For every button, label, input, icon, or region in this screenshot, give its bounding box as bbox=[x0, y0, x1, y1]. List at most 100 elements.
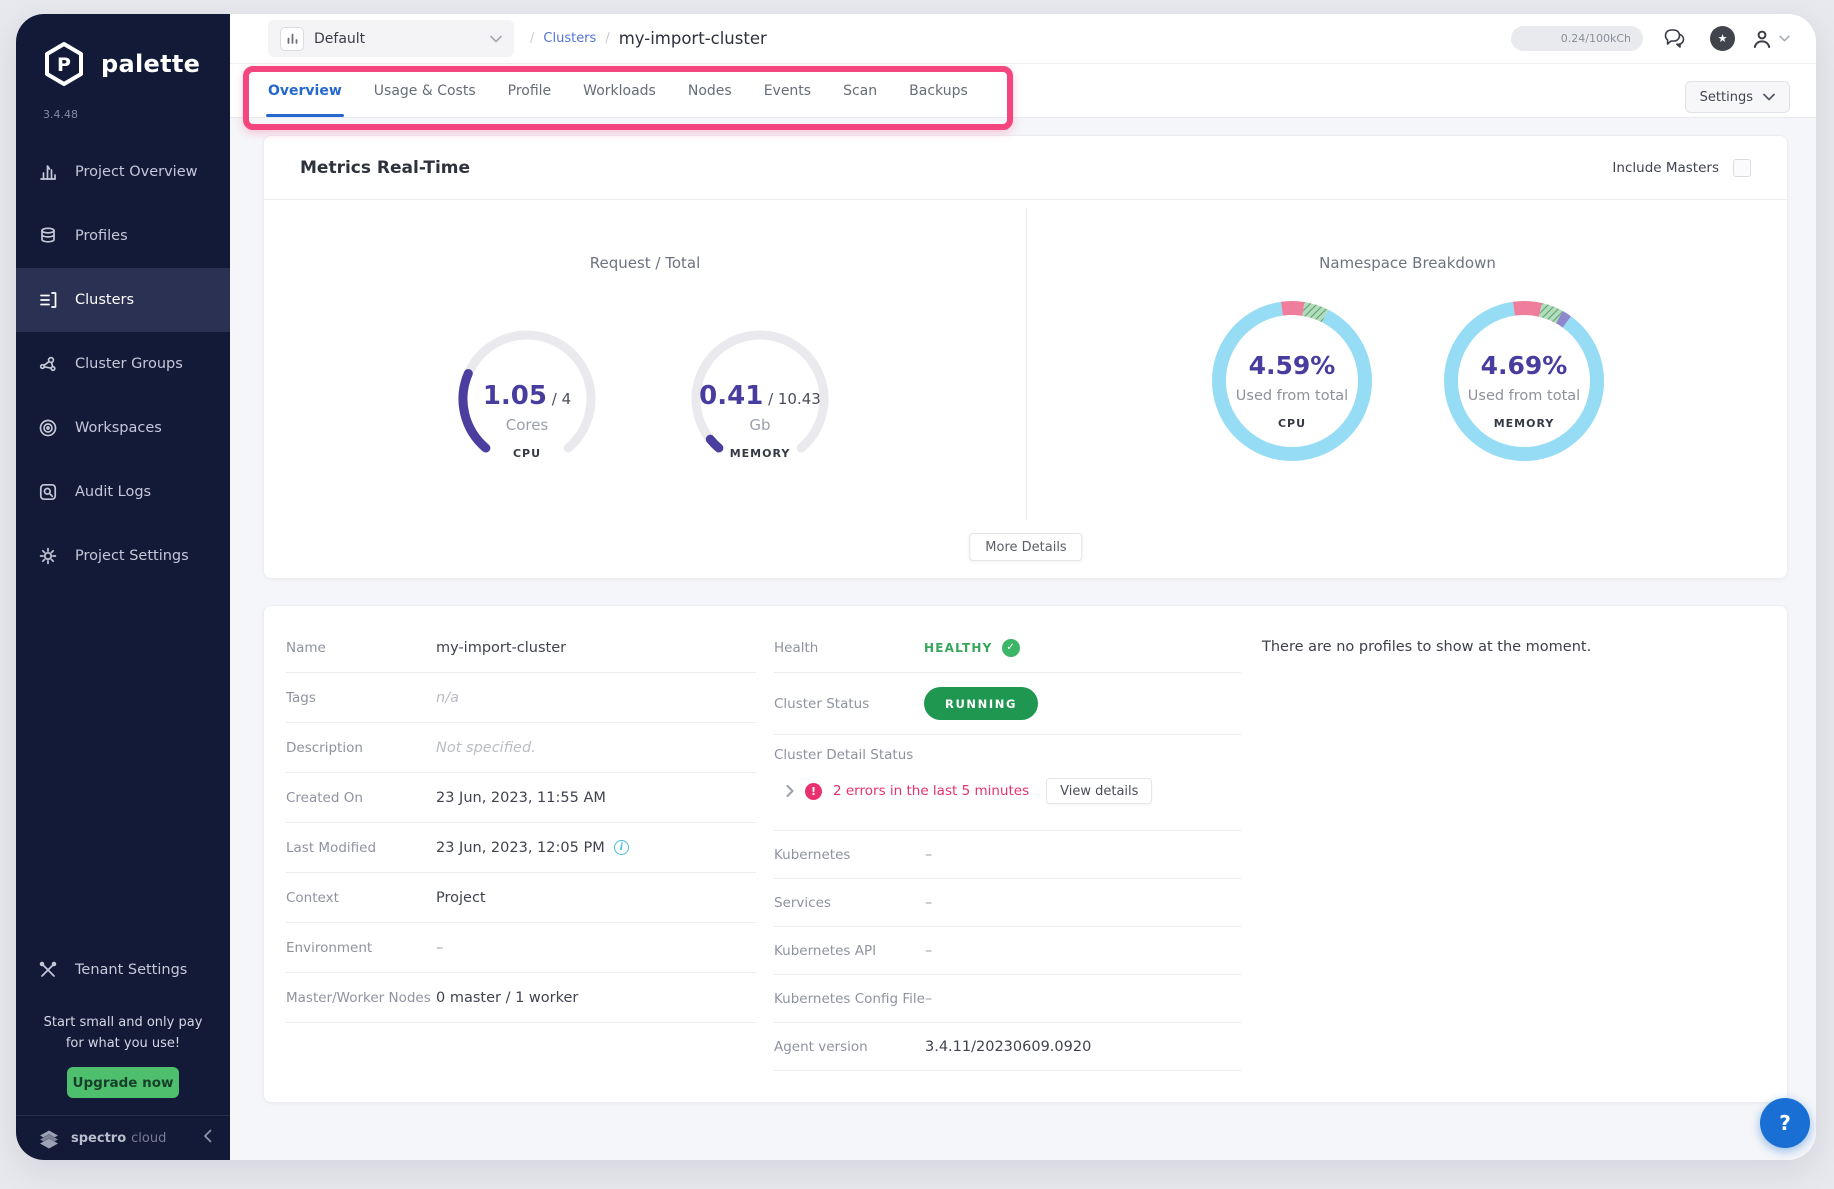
view-details-button[interactable]: View details bbox=[1046, 778, 1152, 804]
app-window: P palette 3.4.48 Project Overview Profil… bbox=[16, 14, 1816, 1160]
promo-line-2: for what you use! bbox=[16, 1033, 230, 1054]
upgrade-now-button[interactable]: Upgrade now bbox=[67, 1067, 179, 1098]
sidebar-item-label: Project Overview bbox=[75, 164, 198, 180]
cluster-details-card: Name my-import-cluster Tags n/a Descript… bbox=[263, 605, 1788, 1103]
detail-row-description: Description Not specified. bbox=[286, 723, 756, 773]
detail-label: Description bbox=[286, 740, 436, 756]
app-version: 3.4.48 bbox=[43, 108, 78, 121]
sidebar-footer: spectro cloud bbox=[16, 1116, 230, 1160]
info-icon[interactable] bbox=[614, 840, 629, 855]
settings-button[interactable]: Settings bbox=[1685, 81, 1790, 113]
cpu-gauge: 1.05 / 4 Cores CPU bbox=[452, 324, 602, 474]
detail-value: 23 Jun, 2023, 11:55 AM bbox=[436, 790, 606, 806]
bar-chart-icon bbox=[38, 162, 58, 182]
sidebar-item-cluster-groups[interactable]: Cluster Groups bbox=[16, 332, 230, 396]
metrics-body: Request / Total Namespace Breakdown 1.05… bbox=[264, 200, 1787, 578]
sidebar-collapse-icon[interactable] bbox=[203, 1129, 212, 1147]
breadcrumb-link-clusters[interactable]: Clusters bbox=[543, 31, 596, 46]
sidebar-item-tenant-settings[interactable]: Tenant Settings bbox=[16, 942, 230, 998]
detail-value: – bbox=[925, 895, 932, 911]
palette-logo-icon: P bbox=[40, 40, 88, 88]
sidebar-item-label: Audit Logs bbox=[75, 484, 151, 500]
chevron-down-icon bbox=[1763, 93, 1775, 101]
detail-label: Kubernetes Config File bbox=[774, 991, 925, 1007]
logo: P palette bbox=[40, 40, 200, 88]
detail-value: – bbox=[925, 943, 932, 959]
sidebar-item-profiles[interactable]: Profiles bbox=[16, 204, 230, 268]
detail-label: Cluster Status bbox=[774, 696, 924, 712]
error-summary-row: 2 errors in the last 5 minutes View deta… bbox=[774, 778, 1241, 804]
promo-line-1: Start small and only pay bbox=[16, 1012, 230, 1033]
sidebar-item-project-settings[interactable]: Project Settings bbox=[16, 524, 230, 588]
namespace-breakdown-title: Namespace Breakdown bbox=[1026, 254, 1789, 272]
star-badge-icon[interactable] bbox=[1710, 26, 1735, 51]
metrics-header: Metrics Real-Time Include Masters bbox=[264, 136, 1787, 200]
detail-label: Services bbox=[774, 895, 925, 911]
sidebar-item-label: Workspaces bbox=[75, 420, 162, 436]
sidebar-item-label: Cluster Groups bbox=[75, 356, 183, 372]
help-button[interactable] bbox=[1760, 1098, 1810, 1148]
main-area: Default / Clusters / my-import-cluster 0… bbox=[230, 14, 1816, 1160]
sidebar-item-clusters[interactable]: Clusters bbox=[16, 268, 230, 332]
memory-gauge-label: MEMORY bbox=[685, 447, 835, 460]
tab-profile[interactable]: Profile bbox=[508, 64, 552, 117]
spectro-cloud-logo-icon bbox=[36, 1127, 62, 1149]
detail-label: Name bbox=[286, 640, 436, 656]
detail-value: 23 Jun, 2023, 12:05 PM bbox=[436, 840, 629, 856]
detail-row-cluster-status: Cluster Status RUNNING bbox=[774, 673, 1241, 735]
chat-icon[interactable] bbox=[1663, 27, 1690, 51]
cpu-gauge-unit: Cores bbox=[452, 416, 602, 434]
request-total-title: Request / Total bbox=[264, 254, 1026, 272]
detail-label: Kubernetes bbox=[774, 847, 925, 863]
health-value: HEALTHY bbox=[924, 639, 1020, 657]
usage-badge: 0.24/100kCh bbox=[1511, 26, 1643, 51]
cpu-donut-label: CPU bbox=[1202, 417, 1382, 430]
sidebar-item-audit-logs[interactable]: Audit Logs bbox=[16, 460, 230, 524]
cpu-gauge-label: CPU bbox=[452, 447, 602, 460]
user-icon[interactable] bbox=[1751, 28, 1773, 50]
tab-events[interactable]: Events bbox=[764, 64, 811, 117]
detail-value: Not specified. bbox=[436, 740, 536, 756]
detail-label: Cluster Detail Status bbox=[774, 747, 1241, 763]
sidebar-item-project-overview[interactable]: Project Overview bbox=[16, 140, 230, 204]
include-masters-checkbox[interactable] bbox=[1733, 159, 1751, 177]
detail-row-tags: Tags n/a bbox=[286, 673, 756, 723]
tab-overview[interactable]: Overview bbox=[268, 64, 342, 117]
svg-text:P: P bbox=[57, 54, 71, 76]
detail-value: Project bbox=[436, 890, 486, 906]
details-middle-column: Health HEALTHY Cluster Status RUNNING Cl… bbox=[774, 623, 1241, 1071]
user-menu-chevron-icon[interactable] bbox=[1779, 35, 1790, 42]
cpu-namespace-donut: 4.59% Used from total CPU bbox=[1202, 291, 1382, 471]
detail-label: Last Modified bbox=[286, 840, 436, 856]
details-right-column: There are no profiles to show at the mom… bbox=[1262, 636, 1591, 655]
check-circle-icon bbox=[1002, 639, 1020, 657]
network-icon bbox=[38, 354, 58, 374]
health-status-text: HEALTHY bbox=[924, 641, 993, 655]
breadcrumb-separator: / bbox=[530, 31, 534, 46]
memory-donut-percent: 4.69% bbox=[1434, 351, 1614, 380]
clusters-icon bbox=[38, 290, 58, 310]
breadcrumb-current: my-import-cluster bbox=[619, 29, 767, 48]
tab-usage-costs[interactable]: Usage & Costs bbox=[374, 64, 476, 117]
detail-row-kubernetes: Kubernetes – bbox=[774, 831, 1241, 879]
detail-value: my-import-cluster bbox=[436, 640, 566, 656]
detail-label: Master/Worker Nodes bbox=[286, 990, 436, 1006]
tab-scan[interactable]: Scan bbox=[843, 64, 877, 117]
more-details-button[interactable]: More Details bbox=[969, 533, 1082, 561]
memory-donut-caption: Used from total bbox=[1434, 388, 1614, 404]
detail-label: Kubernetes API bbox=[774, 943, 925, 959]
tools-icon bbox=[38, 960, 58, 980]
tab-backups[interactable]: Backups bbox=[909, 64, 968, 117]
sidebar-item-workspaces[interactable]: Workspaces bbox=[16, 396, 230, 460]
detail-row-environment: Environment – bbox=[286, 923, 756, 973]
detail-row-kubernetes-config-file: Kubernetes Config File – bbox=[774, 975, 1241, 1023]
chevron-right-icon[interactable] bbox=[786, 785, 794, 797]
tab-workloads[interactable]: Workloads bbox=[583, 64, 656, 117]
sidebar-item-label: Tenant Settings bbox=[75, 962, 187, 978]
detail-label: Health bbox=[774, 640, 924, 656]
detail-value: n/a bbox=[436, 690, 459, 706]
tab-nodes[interactable]: Nodes bbox=[688, 64, 732, 117]
brand-cloud: cloud bbox=[131, 1131, 166, 1146]
detail-row-cluster-detail-status: Cluster Detail Status 2 errors in the la… bbox=[774, 735, 1241, 831]
project-selector[interactable]: Default bbox=[268, 20, 514, 57]
